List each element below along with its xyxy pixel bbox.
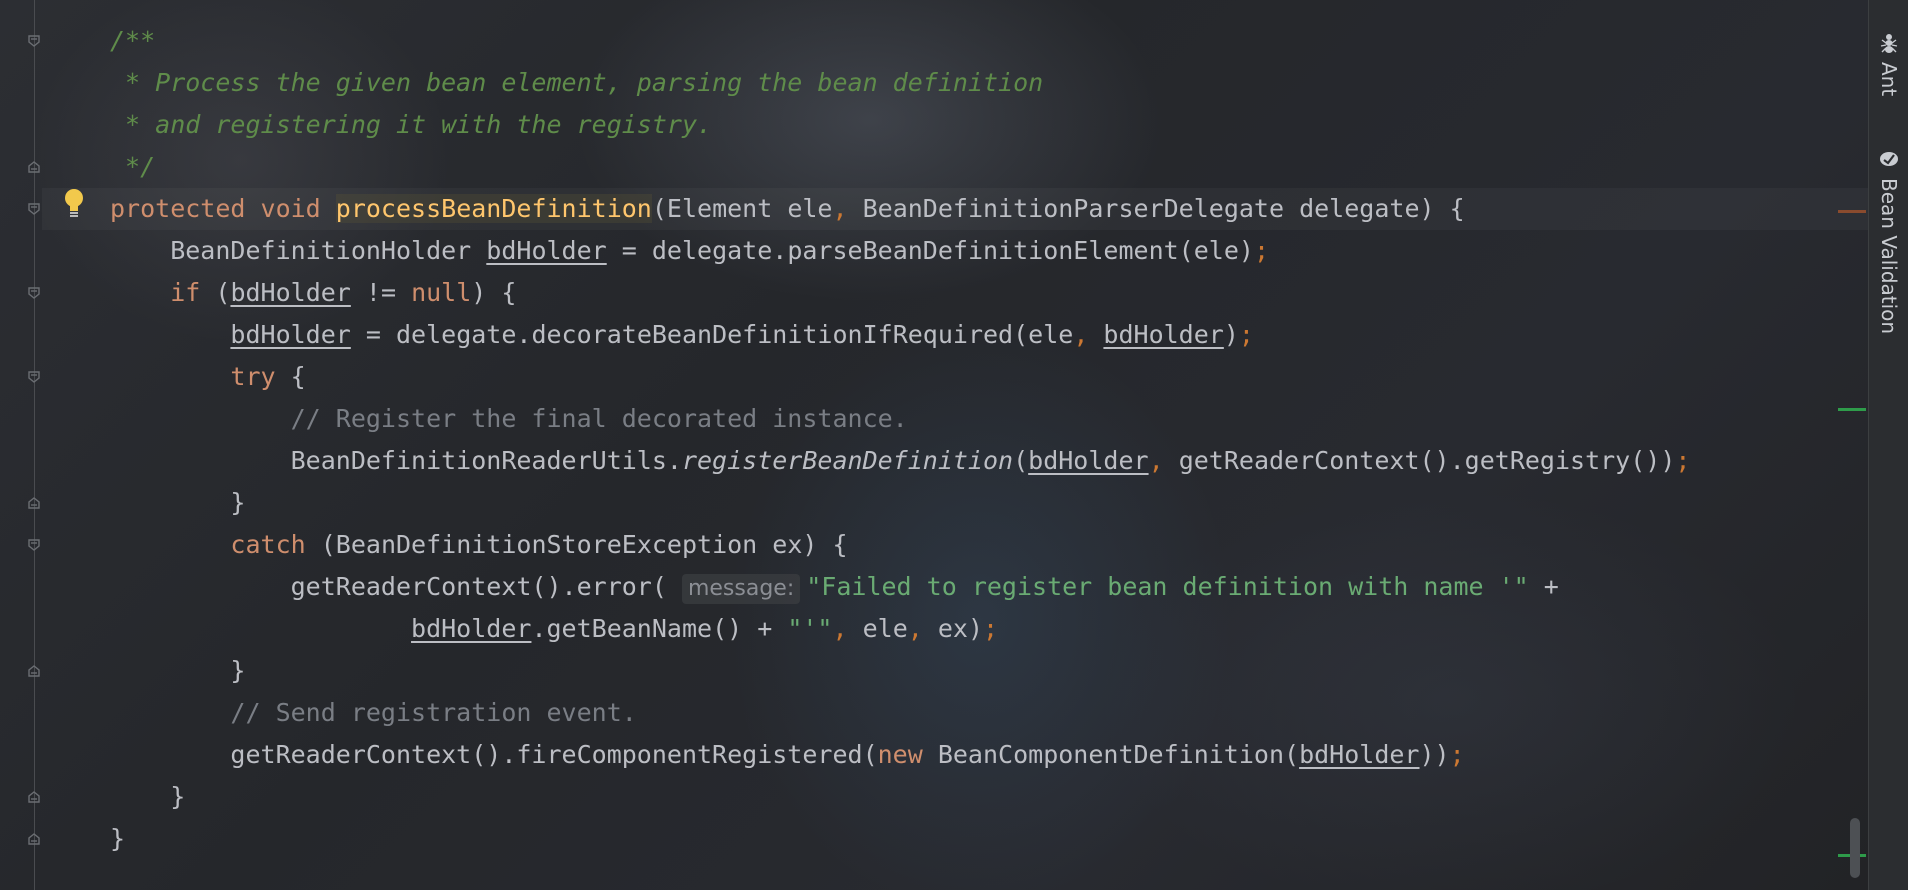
code-token: ; — [1253, 236, 1269, 265]
code-token: { — [275, 362, 306, 391]
ant-tool-tab[interactable]: Ant — [1875, 32, 1903, 96]
code-token: BeanComponentDefinition( — [922, 740, 1300, 769]
code-line[interactable]: } — [110, 818, 125, 860]
string-token: "Failed to register bean definition with… — [806, 572, 1529, 601]
code-token: ( — [200, 278, 231, 307]
code-line[interactable]: * and registering it with the registry. — [110, 104, 712, 146]
code-line[interactable]: BeanDefinitionReaderUtils.registerBeanDe… — [110, 440, 1691, 482]
variable-token: bdHolder — [230, 320, 351, 349]
code-token: = delegate.decorateBeanDefinitionIfRequi… — [350, 320, 1074, 349]
code-line[interactable]: protected void processBeanDefinition(Ele… — [110, 188, 1465, 230]
keyword-token: catch — [230, 530, 306, 559]
variable-token: bdHolder — [486, 236, 607, 265]
variable-token: bdHolder — [411, 614, 532, 643]
comment-token: /** — [110, 26, 156, 55]
code-line[interactable]: getReaderContext().error( message: "Faile… — [110, 566, 1559, 608]
code-line[interactable]: BeanDefinitionHolder bdHolder = delegate… — [110, 230, 1269, 272]
code-token: } — [110, 782, 186, 811]
code-token: BeanDefinitionParserDelegate delegate) { — [862, 194, 1465, 223]
ant-icon — [1878, 32, 1900, 54]
code-token: ; — [1675, 446, 1691, 475]
warning-marker[interactable] — [1838, 210, 1866, 213]
comment-token: // Register the final decorated instance… — [110, 404, 908, 433]
code-token: ) { — [471, 278, 517, 307]
code-token: (BeanDefinitionStoreException ex) { — [305, 530, 848, 559]
method-name-token: processBeanDefinition — [335, 194, 652, 223]
variable-token: bdHolder — [1103, 320, 1224, 349]
code-token: BeanDefinitionReaderUtils. — [110, 446, 682, 475]
code-token: registerBeanDefinition — [681, 446, 1014, 475]
keyword-token: void — [260, 194, 336, 223]
keyword-token: null — [411, 278, 472, 307]
code-line[interactable]: } — [110, 650, 245, 692]
code-token: )) — [1419, 740, 1450, 769]
code-token: , — [832, 614, 863, 643]
right-tool-window-bar: Ant Bean Validation — [1868, 0, 1908, 890]
code-token: , — [907, 614, 938, 643]
code-token: , — [1073, 320, 1104, 349]
bean-validation-tool-tab[interactable]: Bean Validation — [1875, 148, 1903, 334]
scrollbar-thumb[interactable] — [1850, 818, 1860, 878]
code-line[interactable]: // Send registration event. — [110, 692, 637, 734]
code-token: } — [110, 656, 246, 685]
code-line[interactable]: /** — [110, 20, 155, 62]
code-token: != — [350, 278, 412, 307]
code-line[interactable]: bdHolder = delegate.decorateBeanDefiniti… — [110, 314, 1254, 356]
code-token: ; — [1238, 320, 1254, 349]
variable-token: bdHolder — [230, 278, 351, 307]
code-line[interactable]: */ — [110, 146, 155, 188]
code-token: BeanDefinitionHolder — [110, 236, 487, 265]
code-line[interactable]: bdHolder.getBeanName() + "'", ele, ex); — [110, 608, 998, 650]
parameter-hint: message: — [681, 574, 801, 604]
code-token: } — [110, 824, 126, 853]
code-token: = delegate.parseBeanDefinitionElement(el… — [606, 236, 1254, 265]
code-token: ; — [1449, 740, 1465, 769]
code-token: + — [1528, 572, 1559, 601]
code-token: ; — [983, 614, 999, 643]
code-line[interactable]: // Register the final decorated instance… — [110, 398, 908, 440]
variable-token: bdHolder — [1028, 446, 1149, 475]
comment-token: * Process the given bean element, parsin… — [110, 68, 1044, 97]
code-token: ) — [1223, 320, 1239, 349]
keyword-token: new — [877, 740, 923, 769]
bean-validation-tab-label: Bean Validation — [1877, 178, 1901, 335]
code-line[interactable]: * Process the given bean element, parsin… — [110, 62, 1043, 104]
code-token: getReaderContext().error( — [110, 572, 682, 601]
code-token: getReaderContext().getRegistry()) — [1178, 446, 1676, 475]
code-token: , — [832, 194, 863, 223]
variable-token: bdHolder — [1299, 740, 1420, 769]
code-line[interactable]: } — [110, 482, 245, 524]
code-line[interactable]: if (bdHolder != null) { — [110, 272, 516, 314]
code-line[interactable]: try { — [110, 356, 306, 398]
keyword-token: protected — [110, 194, 261, 223]
code-token: , — [1148, 446, 1179, 475]
keyword-token: if — [170, 278, 201, 307]
code-line[interactable]: getReaderContext().fireComponentRegister… — [110, 734, 1465, 776]
code-token: ( — [1013, 446, 1029, 475]
string-token: "'" — [787, 614, 833, 643]
code-line[interactable]: } — [110, 776, 185, 818]
comment-token: * and registering it with the registry. — [110, 110, 713, 139]
comment-token: */ — [110, 152, 156, 181]
code-line[interactable]: catch (BeanDefinitionStoreException ex) … — [110, 524, 848, 566]
code-token: } — [110, 488, 246, 517]
code-token: .getBeanName() + — [531, 614, 788, 643]
code-content[interactable]: /** * Process the given bean element, pa… — [0, 0, 1868, 890]
code-editor[interactable]: /** * Process the given bean element, pa… — [0, 0, 1868, 890]
code-token: ele — [862, 614, 908, 643]
bean-validation-icon — [1878, 148, 1900, 170]
code-token: ex) — [937, 614, 984, 643]
comment-token: // Send registration event. — [110, 698, 637, 727]
code-token: (Element ele — [651, 194, 833, 223]
keyword-token: try — [230, 362, 276, 391]
ant-tab-label: Ant — [1877, 62, 1901, 97]
change-marker[interactable] — [1838, 408, 1866, 411]
code-token: getReaderContext().fireComponentRegister… — [110, 740, 878, 769]
